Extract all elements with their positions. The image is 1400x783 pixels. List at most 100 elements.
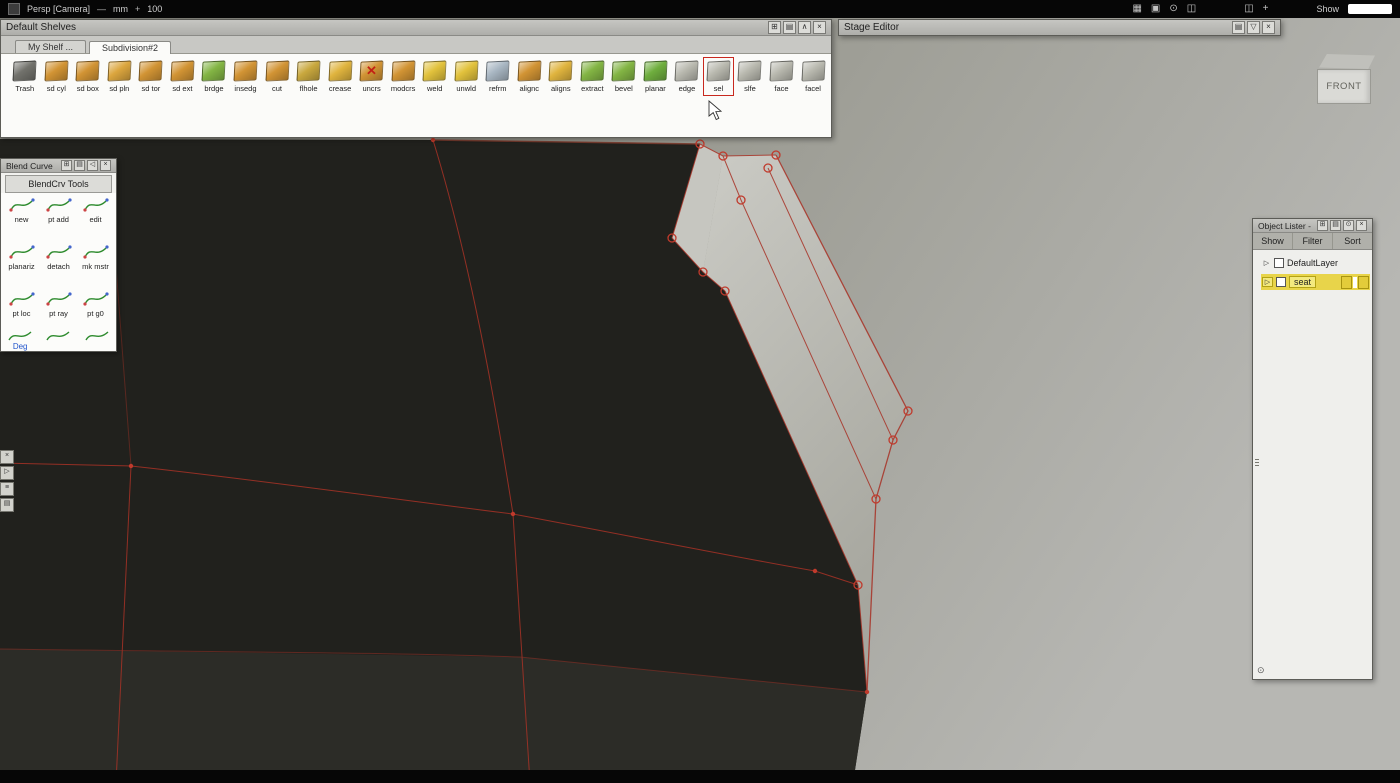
layers-icon[interactable]: ◫: [1187, 4, 1196, 14]
shelf-tool-button[interactable]: sd pln: [104, 57, 136, 96]
menu-icon[interactable]: ▤: [74, 160, 85, 171]
close-icon[interactable]: ×: [1356, 220, 1367, 231]
stage-editor-title: Stage Editor: [844, 22, 899, 33]
close-icon[interactable]: ×: [0, 450, 14, 464]
blendcrv-tool-button[interactable]: planariz: [3, 243, 40, 290]
shelf-tool-button[interactable]: unwld: [450, 57, 482, 96]
layer-swatch-icon[interactable]: [1358, 276, 1369, 289]
shelf-tool-button[interactable]: slfe: [734, 57, 766, 96]
menu-icon[interactable]: ▤: [783, 21, 796, 34]
pin-icon[interactable]: ⊞: [61, 160, 72, 171]
app-logo-icon[interactable]: [8, 3, 20, 15]
shelf-tool-icon: [643, 60, 667, 81]
panel-icon[interactable]: ▣: [1151, 4, 1160, 14]
expand-triangle-icon[interactable]: ▷: [1262, 259, 1271, 267]
layer-row[interactable]: ▷ DefaultLayer: [1261, 255, 1370, 271]
shelf-tab[interactable]: My Shelf ...: [15, 40, 86, 53]
pin-icon[interactable]: ⊞: [1317, 220, 1328, 231]
menu-icon[interactable]: ▤: [0, 498, 14, 512]
curve-icon: [84, 330, 110, 342]
camera-view-label[interactable]: Persp [Camera]: [27, 4, 90, 14]
shelf-tool-button[interactable]: bevel: [608, 57, 640, 96]
shelf-tool-button[interactable]: sd tor: [135, 57, 167, 96]
layer-row[interactable]: ▷ seat: [1261, 274, 1370, 290]
blendcrv-tool-button[interactable]: edit: [77, 196, 114, 243]
blendcrv-tool-button[interactable]: [78, 330, 116, 351]
blendcrv-tool-button[interactable]: [39, 330, 77, 351]
shelf-tool-button[interactable]: flhole: [293, 57, 325, 96]
shelf-tool-button[interactable]: insedg: [230, 57, 262, 96]
shelves-titlebar[interactable]: Default Shelves ⊞ ▤ ∧ ×: [1, 20, 831, 36]
shelf-tool-button[interactable]: cut: [261, 57, 293, 96]
object-lister-tab[interactable]: Sort: [1333, 233, 1372, 249]
shelf-tool-button[interactable]: edge: [671, 57, 703, 96]
curve-icon: [83, 290, 109, 308]
close-icon[interactable]: ×: [1262, 21, 1275, 34]
show-button[interactable]: Show: [1316, 4, 1339, 14]
pin-icon[interactable]: ⊞: [768, 21, 781, 34]
object-lister-tab[interactable]: Filter: [1293, 233, 1333, 249]
layer-checkbox[interactable]: [1274, 258, 1284, 268]
subdivision-mesh[interactable]: [0, 138, 912, 783]
layer-swatch-icon[interactable]: [1341, 276, 1352, 289]
close-icon[interactable]: ×: [813, 21, 826, 34]
shelf-tool-button[interactable]: modcrs: [387, 57, 419, 96]
shelf-tool-button[interactable]: sd ext: [167, 57, 199, 96]
blendcrv-tool-button[interactable]: mk mstr: [77, 243, 114, 290]
shelf-tool-button[interactable]: face: [766, 57, 798, 96]
shelf-tool-button[interactable]: Trash: [9, 57, 41, 96]
blendcrv-tool-button[interactable]: detach: [40, 243, 77, 290]
blendcrv-tools-header[interactable]: BlendCrv Tools: [5, 175, 112, 193]
shelf-tool-button[interactable]: crease: [324, 57, 356, 96]
search-icon[interactable]: ⊙: [1343, 220, 1354, 231]
zoom-value[interactable]: 100: [147, 4, 162, 14]
layer-name[interactable]: seat: [1289, 276, 1316, 288]
shelf-tab[interactable]: Subdivision#2: [89, 41, 171, 54]
layer-checkbox[interactable]: [1276, 277, 1286, 287]
collapse-icon[interactable]: ∧: [798, 21, 811, 34]
shelf-tool-button[interactable]: ✕ uncrs: [356, 57, 388, 96]
shelf-tool-button[interactable]: sd cyl: [41, 57, 73, 96]
crosshair-icon[interactable]: +: [1263, 4, 1269, 14]
grip-icon[interactable]: ≡: [0, 482, 14, 496]
magnify-icon[interactable]: ⊙: [1169, 4, 1177, 14]
dropdown-icon[interactable]: ▽: [1247, 21, 1260, 34]
grid-icon[interactable]: ▦: [1132, 4, 1141, 14]
layer-name[interactable]: DefaultLayer: [1287, 258, 1338, 268]
shelf-tool-button[interactable]: weld: [419, 57, 451, 96]
object-lister-tab[interactable]: Show: [1253, 233, 1293, 249]
blendcrv-tool-button[interactable]: pt add: [40, 196, 77, 243]
slide-left-icon[interactable]: ◁: [87, 160, 98, 171]
blend-curve-titlebar[interactable]: Blend Curve ⊞ ▤ ◁ ×: [1, 159, 116, 173]
close-icon[interactable]: ×: [100, 160, 111, 171]
shelf-tool-button[interactable]: extract: [577, 57, 609, 96]
expand-icon[interactable]: ▷: [0, 466, 14, 480]
shelf-tool-button[interactable]: sel: [703, 57, 735, 96]
shelf-tool-button[interactable]: aligns: [545, 57, 577, 96]
menu-icon[interactable]: ▤: [1330, 220, 1341, 231]
refresh-icon[interactable]: ⊙: [1257, 665, 1265, 676]
expand-triangle-icon[interactable]: ▷: [1262, 277, 1273, 287]
blendcrv-tool-label: planariz: [8, 262, 34, 271]
shelf-tool-button[interactable]: sd box: [72, 57, 104, 96]
shelf-tool-button[interactable]: brdge: [198, 57, 230, 96]
view-cube-front-face[interactable]: FRONT: [1317, 69, 1371, 104]
stage-editor-titlebar[interactable]: Stage Editor ▤ ▽ ×: [839, 20, 1280, 35]
shelf-tool-button[interactable]: planar: [640, 57, 672, 96]
units-label[interactable]: mm: [113, 4, 128, 14]
curve-icon: [46, 196, 72, 214]
color-swatch[interactable]: [1348, 4, 1392, 14]
menu-icon[interactable]: ▤: [1232, 21, 1245, 34]
view-cube[interactable]: FRONT: [1316, 54, 1375, 104]
panel-grip-handle[interactable]: [1255, 459, 1259, 466]
shelf-tool-button[interactable]: refrm: [482, 57, 514, 96]
blendcrv-tool-button[interactable]: new: [3, 196, 40, 243]
snap-icon[interactable]: +: [135, 4, 140, 14]
object-lister-titlebar[interactable]: Object Lister - ⊞ ▤ ⊙ ×: [1253, 219, 1372, 233]
shelf-tool-button[interactable]: facel: [797, 57, 829, 96]
shelf-tool-button[interactable]: alignc: [514, 57, 546, 96]
tool-overlay-icon: [676, 62, 697, 80]
view-cube-top-face[interactable]: [1319, 54, 1375, 69]
blendcrv-tool-button[interactable]: Deg: [1, 330, 39, 351]
window-icon[interactable]: ◫: [1244, 4, 1253, 14]
